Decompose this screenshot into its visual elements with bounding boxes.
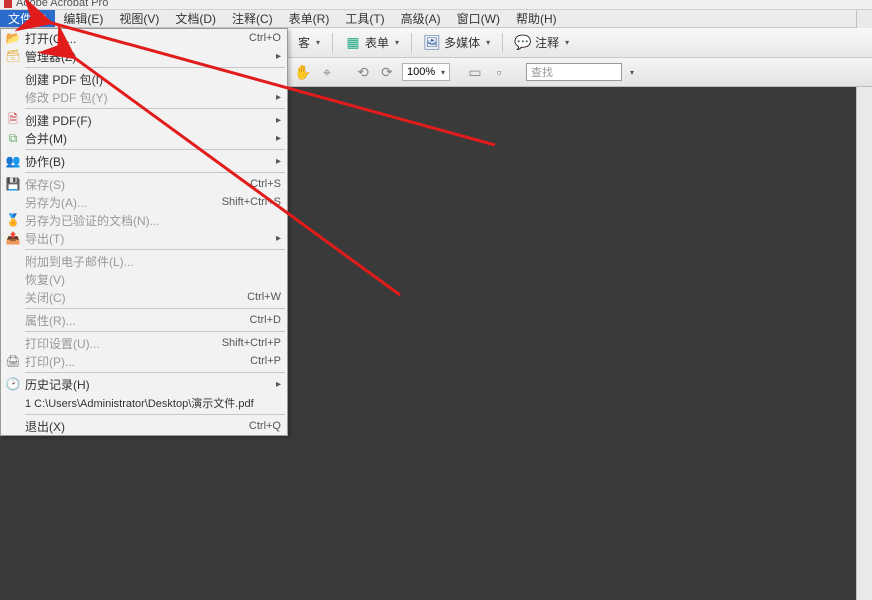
- menuitem-properties[interactable]: 属性(R)... Ctrl+D: [1, 311, 287, 329]
- menuitem-close[interactable]: 关闭(C) Ctrl+W: [1, 288, 287, 306]
- menuitem-save-as[interactable]: 另存为(A)... Shift+Ctrl+S: [1, 193, 287, 211]
- menuitem-revert[interactable]: 恢复(V): [1, 270, 287, 288]
- menuitem-open[interactable]: 📂 打开(O)... Ctrl+O: [1, 29, 287, 47]
- separator: [25, 249, 285, 250]
- menuitem-print-setup[interactable]: 打印设置(U)... Shift+Ctrl+P: [1, 334, 287, 352]
- hand-tool-icon[interactable]: ✋: [294, 63, 312, 81]
- combine-icon: ⧉: [1, 131, 25, 146]
- toolbar-guest[interactable]: 客 ▾: [294, 32, 324, 53]
- chevron-down-icon: ▾: [395, 38, 399, 47]
- separator: [25, 414, 285, 415]
- menuitem-print[interactable]: 🖨 打印(P)... Ctrl+P: [1, 352, 287, 370]
- separator: [25, 108, 285, 109]
- separator: [25, 67, 285, 68]
- search-input[interactable]: 查找: [526, 63, 622, 81]
- toolbar-multimedia-label: 多媒体: [444, 34, 480, 51]
- separator: [25, 172, 285, 173]
- menu-window[interactable]: 窗口(W): [449, 10, 508, 27]
- menuitem-recent-1[interactable]: 1 C:\Users\Administrator\Desktop\演示文件.pd…: [1, 393, 287, 412]
- menu-document[interactable]: 文档(D): [167, 10, 224, 27]
- submenu-arrow-icon: ▸: [276, 51, 281, 62]
- separator: [25, 331, 285, 332]
- app-title: Adobe Acrobat Pro: [16, 0, 108, 9]
- menuitem-create-portfolio[interactable]: 创建 PDF 包(I): [1, 70, 287, 88]
- menuitem-history[interactable]: 🕑 历史记录(H) ▸: [1, 375, 287, 393]
- zoom-input[interactable]: 100% ▾: [402, 63, 450, 81]
- certified-icon: 🏅: [1, 213, 25, 227]
- submenu-arrow-icon: ▸: [276, 133, 281, 144]
- fit-width-icon[interactable]: ▭: [466, 63, 484, 81]
- menu-help[interactable]: 帮助(H): [508, 10, 565, 27]
- titlebar: Adobe Acrobat Pro: [0, 0, 872, 10]
- menuitem-modify-portfolio[interactable]: 修改 PDF 包(Y) ▸: [1, 88, 287, 106]
- form-icon: ▦: [345, 35, 361, 51]
- chevron-down-icon: ▾: [441, 68, 445, 77]
- menuitem-save-certified[interactable]: 🏅 另存为已验证的文档(N)...: [1, 211, 287, 229]
- menu-edit[interactable]: 编辑(E): [55, 10, 111, 27]
- select-tool-icon[interactable]: ⌖: [318, 63, 336, 81]
- chevron-down-icon: ▾: [565, 38, 569, 47]
- app-logo-icon: [4, 0, 12, 8]
- organizer-icon: 🗃: [1, 49, 25, 63]
- toolbar-comment[interactable]: 💬 注释 ▾: [511, 32, 573, 53]
- menu-file[interactable]: 文件(F): [0, 10, 55, 27]
- file-menu-dropdown: 📂 打开(O)... Ctrl+O 🗃 管理器(Z) ▸ 创建 PDF 包(I)…: [0, 28, 288, 436]
- nav-prev-icon[interactable]: ⟲: [354, 63, 372, 81]
- chevron-down-icon: ▾: [316, 38, 320, 47]
- collaborate-icon: 👥: [1, 154, 25, 168]
- submenu-arrow-icon: ▸: [276, 379, 281, 390]
- multimedia-icon: 🖼: [424, 35, 440, 51]
- menuitem-collaborate[interactable]: 👥 协作(B) ▸: [1, 152, 287, 170]
- menuitem-organizer[interactable]: 🗃 管理器(Z) ▸: [1, 47, 287, 65]
- separator: [25, 372, 285, 373]
- menuitem-create-pdf[interactable]: 🗎 创建 PDF(F) ▸: [1, 111, 287, 129]
- fit-page-icon[interactable]: ▫: [490, 63, 508, 81]
- comment-icon: 💬: [515, 35, 531, 51]
- save-icon: 💾: [1, 177, 25, 191]
- menuitem-save[interactable]: 💾 保存(S) Ctrl+S: [1, 175, 287, 193]
- menu-comments[interactable]: 注释(C): [224, 10, 281, 27]
- toolbar-guest-label: 客: [298, 34, 310, 51]
- folder-open-icon: 📂: [1, 31, 25, 45]
- pdf-icon: 🗎: [1, 110, 25, 131]
- menu-tools[interactable]: 工具(T): [337, 10, 392, 27]
- history-icon: 🕑: [1, 377, 25, 391]
- submenu-arrow-icon: ▸: [276, 92, 281, 103]
- menu-forms[interactable]: 表单(R): [281, 10, 338, 27]
- menuitem-exit[interactable]: 退出(X) Ctrl+Q: [1, 417, 287, 435]
- scrollbar-vertical[interactable]: [856, 10, 872, 600]
- separator: [25, 308, 285, 309]
- chevron-down-icon[interactable]: ▾: [630, 68, 634, 77]
- submenu-arrow-icon: ▸: [276, 233, 281, 244]
- separator: [332, 33, 333, 53]
- separator: [411, 33, 412, 53]
- nav-next-icon[interactable]: ⟳: [378, 63, 396, 81]
- separator: [25, 149, 285, 150]
- export-icon: 📤: [1, 231, 25, 245]
- toolbar-multimedia[interactable]: 🖼 多媒体 ▾: [420, 32, 494, 53]
- submenu-arrow-icon: ▸: [276, 115, 281, 126]
- chevron-down-icon: ▾: [486, 38, 490, 47]
- search-placeholder: 查找: [531, 64, 553, 80]
- toolbar-comment-label: 注释: [535, 34, 559, 51]
- menuitem-export[interactable]: 📤 导出(T) ▸: [1, 229, 287, 247]
- menubar: 文件(F) 编辑(E) 视图(V) 文档(D) 注释(C) 表单(R) 工具(T…: [0, 10, 872, 28]
- submenu-arrow-icon: ▸: [276, 156, 281, 167]
- print-icon: 🖨: [1, 354, 25, 368]
- menuitem-combine[interactable]: ⧉ 合并(M) ▸: [1, 129, 287, 147]
- separator: [502, 33, 503, 53]
- toolbar-form-label: 表单: [365, 34, 389, 51]
- menuitem-attach-email[interactable]: 附加到电子邮件(L)...: [1, 252, 287, 270]
- menu-advanced[interactable]: 高级(A): [393, 10, 449, 27]
- zoom-value: 100%: [407, 66, 435, 78]
- menu-view[interactable]: 视图(V): [111, 10, 167, 27]
- toolbar-form[interactable]: ▦ 表单 ▾: [341, 32, 403, 53]
